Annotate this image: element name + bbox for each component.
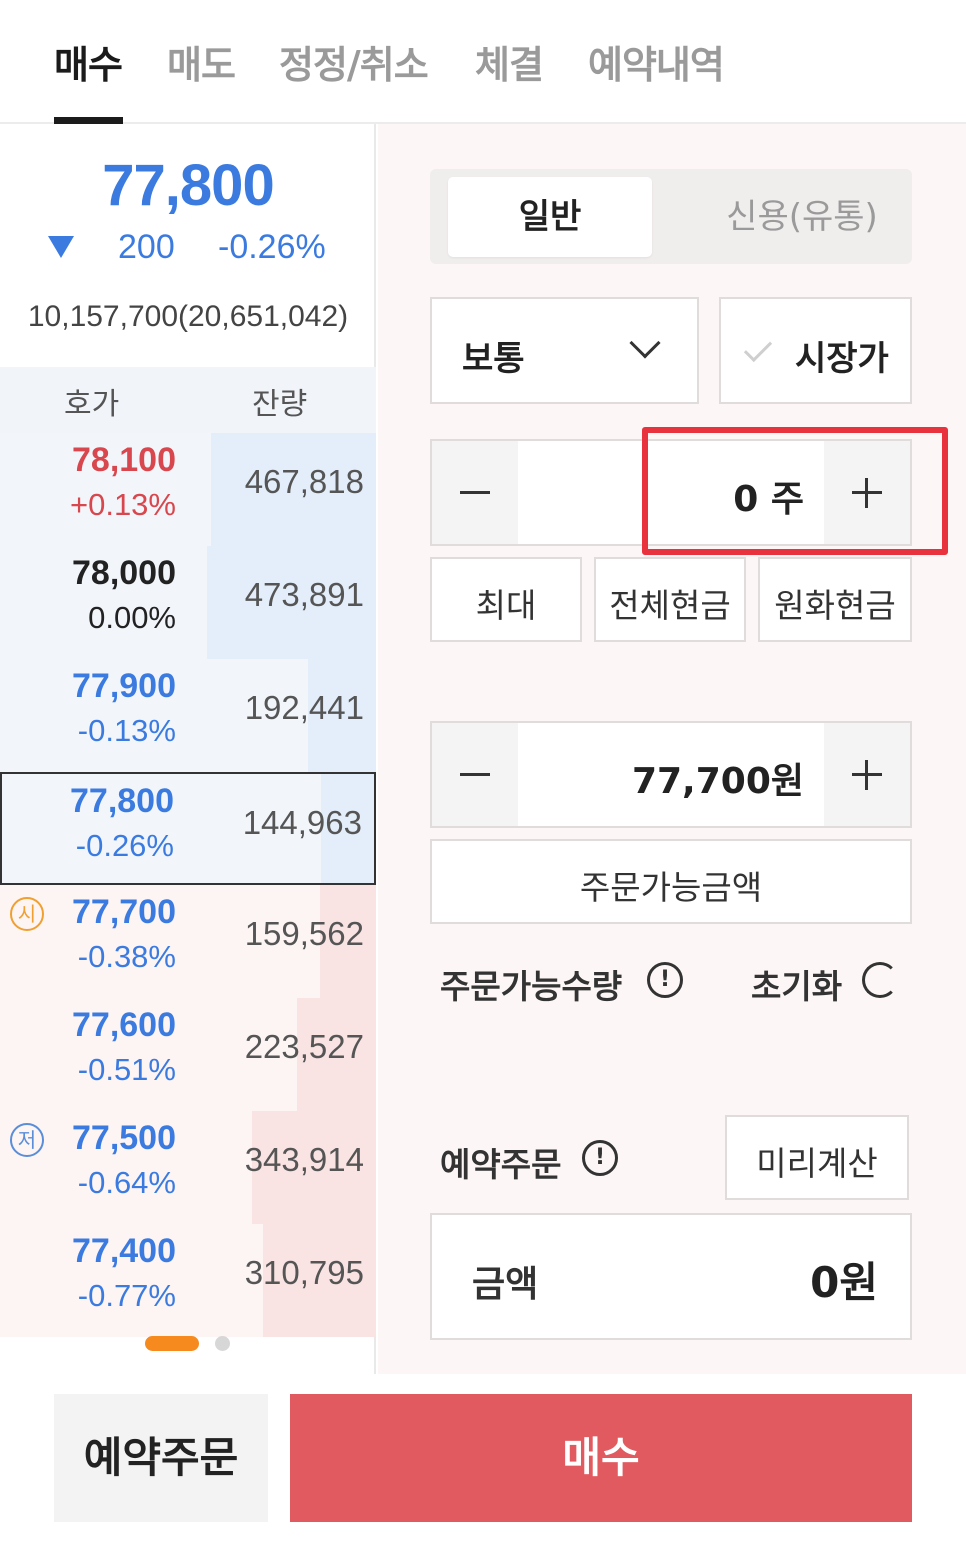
- plus-icon-vertical: [865, 760, 868, 790]
- account-type-toggle: 일반 신용(유통): [430, 169, 912, 264]
- row-qty: 192,441: [244, 689, 364, 726]
- orderbook-row[interactable]: 78,100 +0.13% 467,818: [0, 433, 376, 546]
- orderbook-header: 호가 잔량: [0, 367, 376, 433]
- max-quantity-button[interactable]: 최대: [430, 557, 582, 642]
- row-qty: 159,562: [244, 915, 364, 952]
- row-qty: 310,795: [244, 1254, 364, 1291]
- segment-general[interactable]: 일반: [448, 177, 652, 257]
- order-type-select[interactable]: 보통: [430, 297, 699, 404]
- quantity-decrease-button[interactable]: [432, 441, 518, 544]
- price-change-pct: -0.26%: [218, 228, 326, 266]
- orderbook-row[interactable]: 77,400 -0.77% 310,795: [0, 1224, 376, 1337]
- row-price: 78,000: [72, 554, 176, 592]
- order-tabs: 매수 매도 정정/취소 체결 예약내역: [0, 0, 966, 124]
- check-icon: [743, 333, 773, 363]
- market-price-label: 시장가: [795, 339, 889, 379]
- buy-button[interactable]: 매수: [290, 1394, 912, 1522]
- available-amount-button[interactable]: 주문가능금액: [430, 839, 912, 924]
- orderbook-row[interactable]: 77,600 -0.51% 223,527: [0, 998, 376, 1111]
- row-price: 77,800: [70, 782, 174, 820]
- row-pct: -0.38%: [77, 939, 176, 974]
- all-cash-button[interactable]: 전체현금: [594, 557, 746, 642]
- highlight-annotation: [642, 427, 948, 555]
- tab-sell[interactable]: 매도: [167, 34, 236, 89]
- reserve-order-label: 예약주문: [440, 1145, 562, 1184]
- price-decrease-button[interactable]: [432, 723, 518, 826]
- row-price: 77,700: [72, 893, 176, 931]
- page-indicator: [0, 1330, 376, 1351]
- available-amount-label: 주문가능금액: [579, 868, 763, 907]
- all-cash-label: 전체현금: [609, 586, 731, 625]
- trade-volume: 10,157,700(20,651,042): [27, 300, 349, 333]
- krw-cash-label: 원화현금: [774, 586, 896, 625]
- tab-reservations[interactable]: 예약내역: [588, 34, 725, 89]
- chevron-down-icon: [629, 327, 661, 359]
- row-price: 77,400: [72, 1232, 176, 1270]
- price-increase-button[interactable]: [824, 723, 910, 826]
- price-input[interactable]: 77,700원: [632, 752, 804, 804]
- open-price-badge-icon: 시: [10, 897, 44, 931]
- reset-button[interactable]: 초기화: [751, 960, 842, 1008]
- tab-buy[interactable]: 매수: [54, 34, 123, 89]
- minus-icon: [460, 773, 490, 776]
- row-pct: -0.26%: [75, 828, 174, 863]
- orderbook-row[interactable]: 시 77,700 -0.38% 159,562: [0, 885, 376, 998]
- row-pct: +0.13%: [69, 487, 176, 522]
- down-arrow-icon: [48, 236, 74, 258]
- row-pct: 0.00%: [88, 600, 176, 635]
- info-icon[interactable]: !: [582, 1140, 618, 1176]
- row-qty: 467,818: [244, 463, 364, 500]
- row-pct: -0.77%: [77, 1278, 176, 1313]
- row-qty: 343,914: [244, 1141, 364, 1178]
- segment-credit[interactable]: 신용(유통): [692, 177, 912, 257]
- info-icon[interactable]: !: [647, 962, 683, 998]
- orderbook-row-current[interactable]: 77,800 -0.26% 144,963: [0, 772, 376, 885]
- available-qty-label: 주문가능수량: [440, 967, 623, 1006]
- row-pct: -0.51%: [77, 1052, 176, 1087]
- row-price: 78,100: [72, 441, 176, 479]
- row-qty: 223,527: [244, 1028, 364, 1065]
- orderbook-panel: 77,800 200 -0.26% 10,157,700(20,651,042)…: [0, 124, 376, 1374]
- amount-label: 금액: [472, 1264, 539, 1305]
- price-change: 200: [118, 228, 175, 266]
- current-price: 77,800: [102, 153, 274, 218]
- row-price: 77,600: [72, 1006, 176, 1044]
- orderbook-row[interactable]: 78,000 0.00% 473,891: [0, 546, 376, 659]
- precalc-label: 미리계산: [756, 1144, 878, 1183]
- orderbook-row[interactable]: 77,900 -0.13% 192,441: [0, 659, 376, 772]
- row-price: 77,500: [72, 1119, 176, 1157]
- bottom-action-bar: 예약주문 매수: [0, 1374, 966, 1546]
- precalc-button[interactable]: 미리계산: [725, 1115, 909, 1200]
- page-dot-active[interactable]: [145, 1336, 199, 1351]
- refresh-icon[interactable]: [862, 962, 898, 998]
- minus-icon: [460, 491, 490, 494]
- order-type-value: 보통: [462, 339, 525, 379]
- tab-modify-cancel[interactable]: 정정/취소: [279, 34, 429, 89]
- max-quantity-label: 최대: [475, 586, 537, 625]
- row-price: 77,900: [72, 667, 176, 705]
- tab-executions[interactable]: 체결: [475, 34, 544, 89]
- price-stepper: 77,700원: [430, 721, 912, 828]
- order-form-panel: 일반 신용(유통) 보통 시장가 0 주 최대 전체현금 원화현금 77,700…: [378, 124, 966, 1374]
- active-tab-indicator: [54, 117, 123, 124]
- low-price-badge-icon: 저: [10, 1123, 44, 1157]
- row-pct: -0.13%: [77, 713, 176, 748]
- orderbook-row[interactable]: 저 77,500 -0.64% 343,914: [0, 1111, 376, 1224]
- row-qty: 144,963: [242, 804, 362, 841]
- page-dot[interactable]: [215, 1336, 230, 1351]
- amount-value: 0원: [810, 1258, 878, 1307]
- header-qty: 잔량: [252, 387, 308, 422]
- order-amount-field: 금액 0원: [430, 1213, 912, 1340]
- row-pct: -0.64%: [77, 1165, 176, 1200]
- krw-cash-button[interactable]: 원화현금: [758, 557, 912, 642]
- market-price-checkbox[interactable]: 시장가: [719, 297, 912, 404]
- reserve-order-button[interactable]: 예약주문: [54, 1394, 268, 1522]
- header-price: 호가: [64, 387, 120, 422]
- row-qty: 473,891: [244, 576, 364, 613]
